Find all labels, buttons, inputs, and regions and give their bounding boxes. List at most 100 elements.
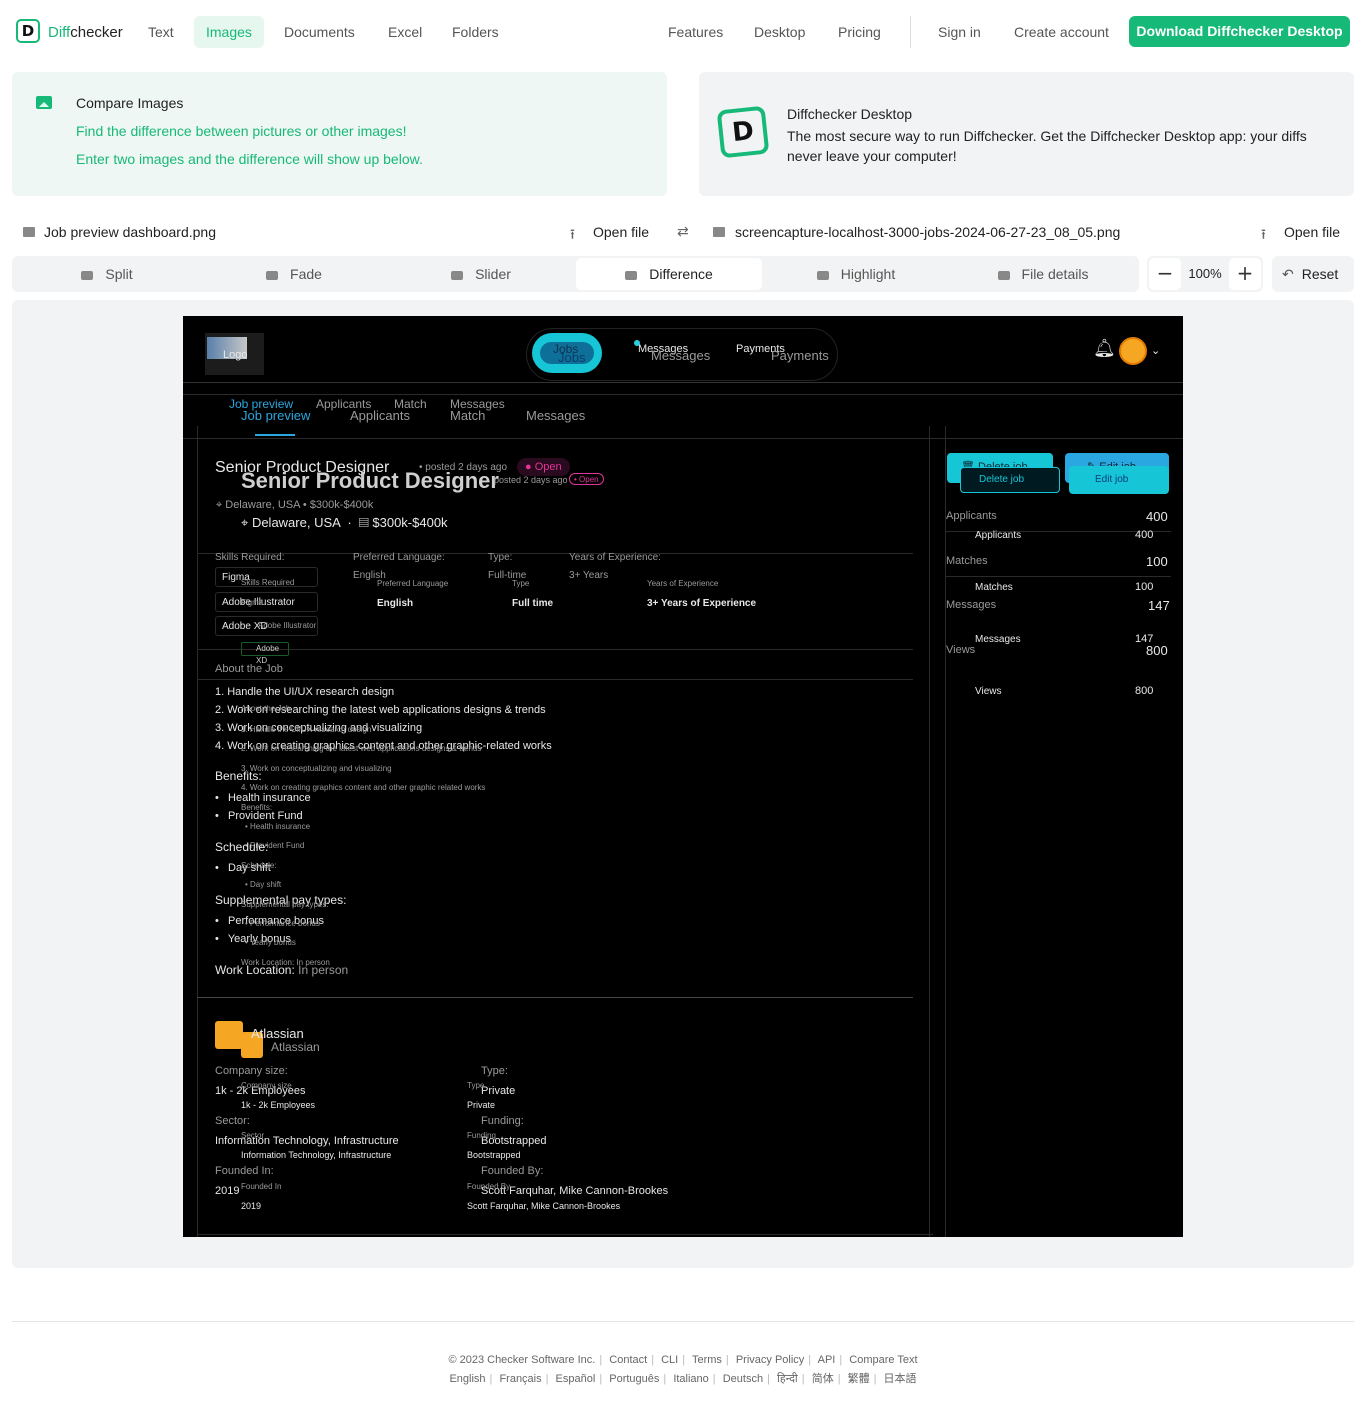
diff-stat-views-value: 800 bbox=[1146, 643, 1168, 658]
image-icon bbox=[36, 96, 52, 109]
header-divider bbox=[910, 16, 911, 48]
nav-documents[interactable]: Documents bbox=[272, 16, 367, 48]
diff-bell-icon[interactable]: 🔔︎ bbox=[1093, 338, 1116, 359]
diff-stat-messages-value-b: 147 bbox=[1135, 633, 1154, 645]
diff-subtab-messages[interactable]: Messages bbox=[450, 397, 505, 411]
diff-funding-label-b: Funding bbox=[467, 1131, 496, 1140]
diff-jobs-pill[interactable]: Jobs Jobs bbox=[532, 333, 602, 373]
lang-traditional-chinese[interactable]: 繁體 bbox=[848, 1373, 870, 1385]
diff-company-size-b: 1k - 2k Employees bbox=[241, 1100, 316, 1110]
diff-left-border bbox=[197, 426, 198, 1237]
diff-sector-label-b: Sector bbox=[241, 1131, 265, 1140]
diff-about-item-2-b: 2. Work on researching the latest web ap… bbox=[241, 744, 482, 753]
download-desktop-button[interactable]: Download Diffchecker Desktop bbox=[1129, 16, 1350, 47]
diff-logo-box: Logo bbox=[205, 333, 264, 375]
diff-about-label-b: About the Job bbox=[241, 704, 291, 713]
footer-cli-link[interactable]: CLI bbox=[661, 1354, 678, 1366]
desktop-app-banner[interactable]: D Diffchecker Desktop The most secure wa… bbox=[699, 72, 1354, 196]
diff-edit-job-button-b: Edit job bbox=[1069, 466, 1169, 494]
diff-schedule-1-b: • Day shift bbox=[245, 880, 282, 889]
diff-founded-by-label-b: Founded By bbox=[467, 1182, 511, 1191]
swap-icon[interactable]: ⇄ bbox=[677, 224, 689, 240]
footer-compare-text-link[interactable]: Compare Text bbox=[849, 1354, 917, 1366]
tab-difference-label: Difference bbox=[649, 266, 713, 282]
brand-name[interactable]: Diffchecker bbox=[48, 24, 123, 41]
diff-avatar[interactable] bbox=[1119, 337, 1147, 365]
tab-difference[interactable]: Difference bbox=[576, 258, 762, 290]
reset-button[interactable]: ↶ Reset bbox=[1272, 256, 1354, 292]
file-image-icon-left bbox=[23, 227, 35, 237]
diff-status-text-b: Open bbox=[579, 475, 599, 484]
diff-subtab-match[interactable]: Match bbox=[394, 397, 427, 411]
footer-privacy-link[interactable]: Privacy Policy bbox=[736, 1354, 804, 1366]
diff-schedule-label: Schedule: bbox=[215, 840, 269, 854]
diff-side-border bbox=[945, 426, 946, 1237]
tab-fade-label: Fade bbox=[290, 266, 322, 282]
desktop-icon-letter: D bbox=[730, 115, 756, 149]
footer-api-link[interactable]: API bbox=[818, 1354, 836, 1366]
open-file-left-button[interactable]: Open file bbox=[593, 224, 649, 240]
diff-founded-in-label: Founded In: bbox=[215, 1165, 274, 1177]
nav-features[interactable]: Features bbox=[656, 16, 735, 48]
lang-french[interactable]: Français bbox=[499, 1373, 541, 1385]
diff-stat-messages-label-b: Messages bbox=[975, 634, 1021, 645]
lang-japanese[interactable]: 日本語 bbox=[884, 1373, 917, 1385]
create-account-link[interactable]: Create account bbox=[1002, 16, 1121, 48]
diff-logo-text: Logo bbox=[223, 349, 248, 361]
diff-company-logo bbox=[215, 1021, 243, 1049]
sign-in-link[interactable]: Sign in bbox=[926, 16, 993, 48]
tab-slider[interactable]: Slider bbox=[388, 258, 574, 290]
diff-header-line bbox=[183, 382, 1183, 383]
nav-images[interactable]: Images bbox=[194, 16, 264, 48]
banner-title: Compare Images bbox=[76, 95, 184, 111]
diff-company-name: Atlassian bbox=[251, 1026, 304, 1041]
open-file-right-button[interactable]: Open file bbox=[1284, 224, 1340, 240]
diff-stat-views-value-b: 800 bbox=[1135, 685, 1154, 697]
zoom-control: − 100% + bbox=[1147, 256, 1263, 292]
banner-line-2: Enter two images and the difference will… bbox=[76, 151, 423, 167]
nav-excel[interactable]: Excel bbox=[376, 16, 434, 48]
diff-sector-b: Information Technology, Infrastructure bbox=[241, 1150, 392, 1160]
diffchecker-desktop-icon: D bbox=[716, 105, 770, 159]
diff-stat-views-label: Views bbox=[946, 644, 976, 656]
diff-company-type: Private bbox=[481, 1085, 516, 1097]
diff-type-label-b: Type bbox=[512, 579, 530, 588]
zoom-in-button[interactable]: + bbox=[1229, 258, 1261, 290]
diff-edit-job-text-b: Edit job bbox=[1095, 474, 1129, 485]
nav-text[interactable]: Text bbox=[136, 16, 186, 48]
diff-schedule-1-b-text: Day shift bbox=[250, 880, 282, 889]
tab-file-details[interactable]: File details bbox=[950, 258, 1136, 290]
footer-terms-link[interactable]: Terms bbox=[692, 1354, 722, 1366]
lang-spanish[interactable]: Español bbox=[556, 1373, 596, 1385]
zoom-out-button[interactable]: − bbox=[1149, 258, 1181, 290]
lang-portuguese[interactable]: Português bbox=[609, 1373, 659, 1385]
lang-simplified-chinese[interactable]: 简体 bbox=[812, 1373, 834, 1385]
footer-contact-link[interactable]: Contact bbox=[609, 1354, 647, 1366]
diff-company-name-b: Atlassian bbox=[271, 1040, 320, 1054]
tab-highlight[interactable]: Highlight bbox=[763, 258, 949, 290]
diff-benefits-label: Benefits: bbox=[215, 769, 262, 783]
tab-fade[interactable]: Fade bbox=[201, 258, 387, 290]
lang-hindi[interactable]: हिन्दी bbox=[777, 1373, 798, 1385]
lang-english[interactable]: English bbox=[449, 1373, 485, 1385]
diff-divider-4 bbox=[197, 997, 913, 998]
diff-about-item-1-b: 1. Handle the UI/UX research design bbox=[241, 725, 372, 734]
lang-italian[interactable]: Italiano bbox=[673, 1373, 708, 1385]
diffchecker-logo-icon[interactable]: D bbox=[16, 19, 40, 43]
tab-split[interactable]: Split bbox=[14, 258, 200, 290]
difference-image[interactable]: Logo Jobs Jobs Messages Messages Payment… bbox=[183, 316, 1183, 1237]
diff-location-text-b: Delaware, USA bbox=[251, 515, 341, 530]
diff-skill-illustrator-b: Adobe Illustrator bbox=[258, 621, 317, 630]
reset-label: Reset bbox=[1301, 266, 1339, 282]
compare-images-banner: Compare Images Find the difference betwe… bbox=[12, 72, 667, 196]
diff-type-label: Type: bbox=[488, 552, 513, 563]
nav-pricing[interactable]: Pricing bbox=[826, 16, 893, 48]
diff-location-b: ⌖ Delaware, USA · ▤ $300k-$400k bbox=[241, 515, 448, 530]
diff-type-b: Full time bbox=[512, 598, 554, 609]
diff-chevron-down-icon[interactable]: ⌄ bbox=[1151, 344, 1160, 357]
nav-desktop[interactable]: Desktop bbox=[742, 16, 817, 48]
tab-split-label: Split bbox=[105, 266, 133, 282]
diff-status-badge: ● Open bbox=[517, 458, 570, 476]
nav-folders[interactable]: Folders bbox=[440, 16, 511, 48]
lang-german[interactable]: Deutsch bbox=[723, 1373, 763, 1385]
